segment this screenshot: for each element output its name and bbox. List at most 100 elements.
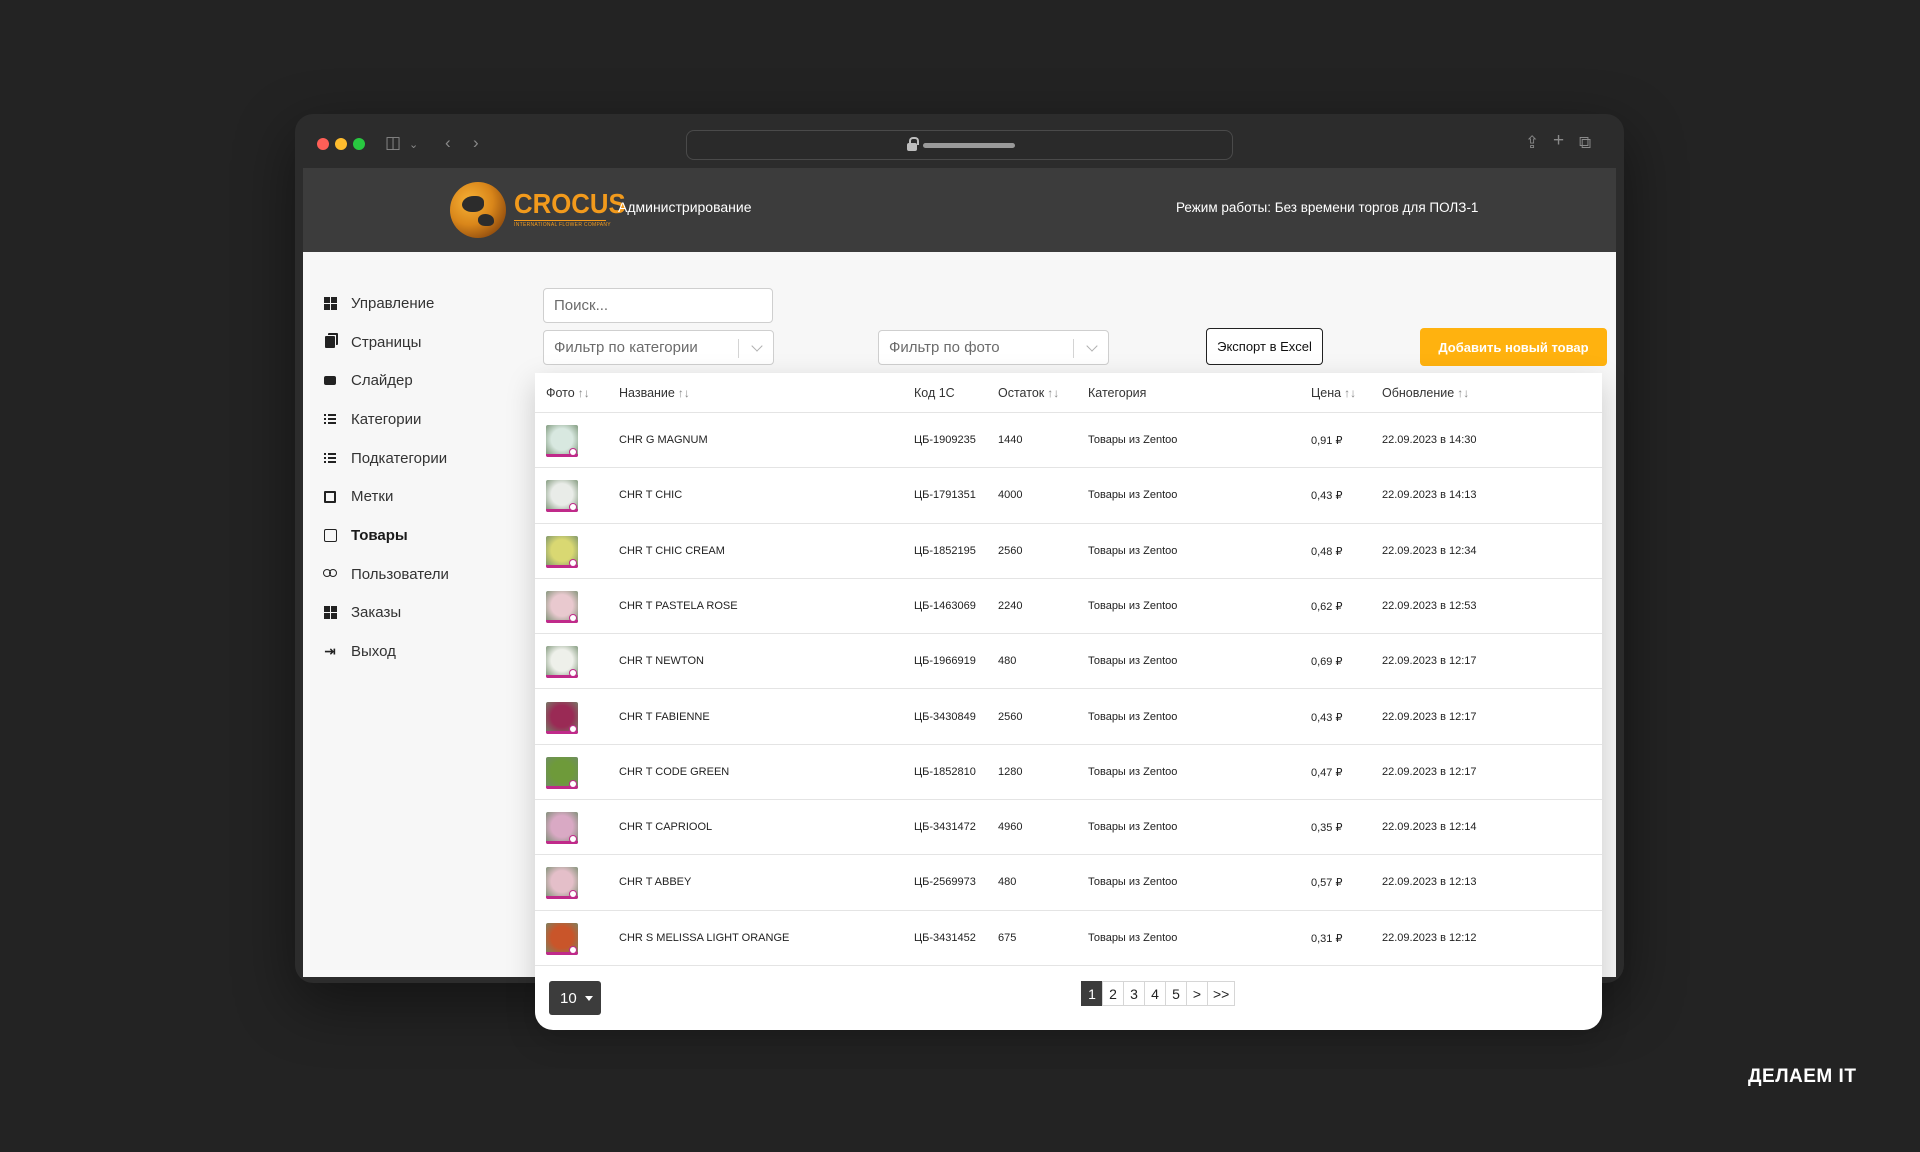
sidebar-item-logout[interactable]: ⇥ Выход <box>323 632 523 671</box>
chevron-down-icon[interactable]: ⌄ <box>409 134 418 156</box>
close-window-button[interactable] <box>317 138 329 150</box>
sidebar-item-users[interactable]: Пользователи <box>323 555 523 594</box>
product-photo <box>546 535 578 568</box>
cell-category: Товары из Zentoo <box>1088 765 1178 778</box>
cell-updated: 22.09.2023 в 12:17 <box>1382 710 1477 723</box>
maximize-window-button[interactable] <box>353 138 365 150</box>
table-row[interactable]: CHR T CAPRIOOL ЦБ-3431472 4960 Товары из Ze… <box>535 800 1602 856</box>
page-button[interactable]: 4 <box>1144 981 1166 1006</box>
sidebar-item-orders[interactable]: Заказы <box>323 594 523 633</box>
page-button[interactable]: 1 <box>1081 981 1103 1006</box>
category-filter-value: Фильтр по категории <box>554 339 698 356</box>
cell-name: CHR S MELISSA LIGHT ORANGE <box>619 931 790 944</box>
column-header-stock[interactable]: Остаток ↑↓ <box>998 386 1059 400</box>
page-button[interactable]: 3 <box>1123 981 1145 1006</box>
browser-titlebar: ◫ ⌄ ‹ › ⇪ + ⧉ <box>295 114 1624 168</box>
back-icon[interactable]: ‹ <box>445 132 451 154</box>
sidebar-item-pages[interactable]: Страницы <box>323 323 523 362</box>
product-photo <box>546 756 578 789</box>
sidebar-item-label: Страницы <box>351 333 422 351</box>
cell-category: Товары из Zentoo <box>1088 821 1178 834</box>
select-divider <box>1073 339 1074 358</box>
column-header-updated[interactable]: Обновление ↑↓ <box>1382 386 1469 400</box>
cell-code: ЦБ-3431472 <box>914 821 976 834</box>
slider-icon <box>323 374 337 388</box>
table-row[interactable]: CHR G MAGNUM ЦБ-1909235 1440 Товары из Zent… <box>535 413 1602 469</box>
cell-updated: 22.09.2023 в 12:53 <box>1382 599 1477 612</box>
page-button[interactable]: 2 <box>1102 981 1124 1006</box>
cell-category: Товары из Zentoo <box>1088 931 1178 944</box>
table-row[interactable]: CHR T FABIENNE ЦБ-3430849 2560 Товары из Ze… <box>535 690 1602 745</box>
dashboard-icon <box>323 296 337 310</box>
sidebar-toggle-icon[interactable]: ◫ <box>385 132 401 154</box>
lock-icon <box>907 137 919 151</box>
table-row[interactable]: CHR T ABBEY ЦБ-2569973 480 Товары из Zentoo… <box>535 855 1602 911</box>
page-button[interactable]: > <box>1186 981 1208 1006</box>
sort-icon: ↑↓ <box>1344 386 1357 400</box>
column-header-name[interactable]: Название ↑↓ <box>619 386 690 400</box>
table-row[interactable]: CHR T CHIC CREAM ЦБ-1852195 2560 Товары из … <box>535 524 1602 579</box>
app-header: CROCUS INTERNATIONAL FLOWER COMPANY Адми… <box>303 168 1616 252</box>
cell-updated: 22.09.2023 в 12:17 <box>1382 655 1477 668</box>
cell-name: CHR T CAPRIOOL <box>619 821 713 834</box>
forward-icon[interactable]: › <box>473 132 479 154</box>
box-icon <box>323 528 337 542</box>
per-page-select[interactable]: 10 <box>549 981 601 1015</box>
sidebar-item-subcategories[interactable]: Подкатегории <box>323 439 523 478</box>
cell-code: ЦБ-3431452 <box>914 931 976 944</box>
tabs-overview-icon[interactable]: ⧉ <box>1579 132 1591 154</box>
cell-category: Товары из Zentoo <box>1088 710 1178 723</box>
cell-updated: 22.09.2023 в 12:14 <box>1382 821 1477 834</box>
product-photo <box>546 812 578 845</box>
cell-price: 0,48 ₽ <box>1311 545 1343 558</box>
pagination: 1 2 3 4 5 > >> <box>1081 981 1236 1006</box>
list-icon <box>323 412 337 426</box>
table-row[interactable]: CHR T NEWTON ЦБ-1966919 480 Товары из Zento… <box>535 634 1602 690</box>
column-header-category: Категория <box>1088 386 1147 400</box>
column-header-photo[interactable]: Фото ↑↓ <box>546 386 590 400</box>
sidebar-item-dashboard[interactable]: Управление <box>323 284 523 323</box>
category-filter-select[interactable]: Фильтр по категории <box>543 330 774 365</box>
photo-filter-select[interactable]: Фильтр по фото <box>878 330 1109 365</box>
column-header-price[interactable]: Цена ↑↓ <box>1311 386 1356 400</box>
new-tab-icon[interactable]: + <box>1553 130 1564 152</box>
list-icon <box>323 451 337 465</box>
column-header-code: Код 1С <box>914 386 955 400</box>
select-divider <box>738 339 739 358</box>
table-row[interactable]: CHR T CODE GREEN ЦБ-1852810 1280 Товары из … <box>535 745 1602 801</box>
caret-down-icon <box>584 995 593 1001</box>
product-photo <box>546 425 578 457</box>
table-row[interactable]: CHR T PASTELA ROSE ЦБ-1463069 2240 Товары и… <box>535 579 1602 635</box>
logout-icon: ⇥ <box>324 643 336 660</box>
cell-price: 0,91 ₽ <box>1311 435 1343 447</box>
product-photo <box>546 480 578 513</box>
export-excel-button[interactable]: Экспорт в Excel <box>1206 328 1323 365</box>
cell-code: ЦБ-1852810 <box>914 765 976 778</box>
sidebar-item-tags[interactable]: Метки <box>323 477 523 516</box>
search-input[interactable] <box>543 288 773 323</box>
table-row[interactable]: CHR S MELISSA LIGHT ORANGE ЦБ-3431452 675 Т… <box>535 911 1602 966</box>
cell-name: CHR T CHIC CREAM <box>619 544 725 557</box>
sidebar-item-categories[interactable]: Категории <box>323 400 523 439</box>
add-product-button[interactable]: Добавить новый товар <box>1420 328 1607 366</box>
page-button[interactable]: 5 <box>1165 981 1187 1006</box>
sidebar-item-slider[interactable]: Слайдер <box>323 361 523 400</box>
sidebar-item-label: Пользователи <box>351 565 449 583</box>
sidebar-item-label: Категории <box>351 410 422 428</box>
logo-subtext: INTERNATIONAL FLOWER COMPANY <box>514 220 611 228</box>
cell-price: 0,62 ₽ <box>1311 600 1343 613</box>
cell-category: Товары из Zentoo <box>1088 655 1178 668</box>
table-row[interactable]: CHR T CHIC ЦБ-1791351 4000 Товары из Zentoo… <box>535 468 1602 524</box>
sort-icon: ↑↓ <box>1047 386 1060 400</box>
crocus-globe-logo-icon <box>450 182 506 238</box>
share-icon[interactable]: ⇪ <box>1525 132 1539 154</box>
cell-code: ЦБ-1909235 <box>914 434 976 446</box>
address-bar[interactable] <box>686 130 1233 160</box>
page-button[interactable]: >> <box>1207 981 1236 1006</box>
minimize-window-button[interactable] <box>335 138 347 150</box>
cell-code: ЦБ-3430849 <box>914 710 976 723</box>
product-photo <box>546 922 578 955</box>
per-page-value: 10 <box>560 989 577 1007</box>
sidebar-item-products[interactable]: Товары <box>323 516 523 555</box>
cell-code: ЦБ-1791351 <box>914 489 976 502</box>
